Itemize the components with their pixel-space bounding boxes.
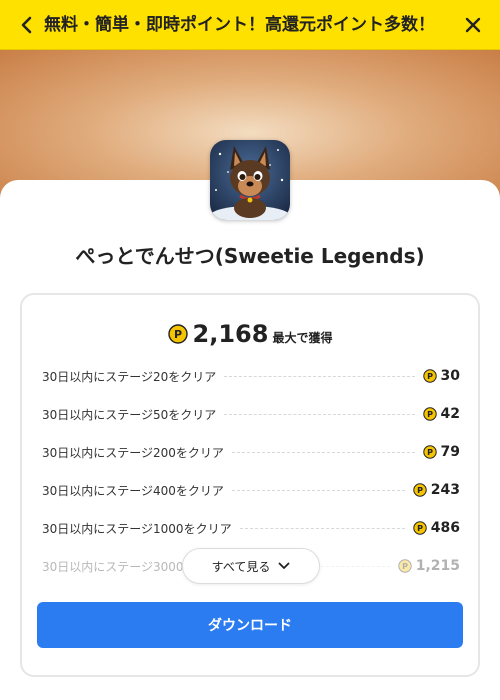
leader-dots — [231, 489, 405, 491]
see-all-label: すべて見る — [211, 559, 271, 574]
task-points: 486 — [430, 520, 460, 536]
app-name: ぺっとでんせつ(Sweetie Legends) — [75, 244, 425, 268]
task-points: 42 — [440, 406, 460, 422]
chevron-down-icon — [278, 562, 290, 569]
point-coin-icon: P — [167, 324, 188, 344]
task-row: 30日以内にステージ200をクリア P 79 — [42, 442, 460, 462]
see-all-button[interactable]: すべて見る — [182, 548, 320, 584]
point-coin-icon: P — [413, 521, 427, 535]
task-label: 30日以内にステージ1000をクリア — [42, 521, 232, 536]
task-points: 1,215 — [415, 558, 460, 574]
point-coin-icon: P — [413, 483, 427, 497]
point-coin-icon: P — [422, 407, 437, 421]
svg-text:P: P — [427, 410, 433, 419]
leader-dots — [224, 375, 415, 377]
banner-title: 無料・簡単・即時ポイント！高還元ポイント多数！ — [44, 15, 435, 35]
point-coin-icon: P — [398, 559, 412, 573]
svg-text:P: P — [417, 524, 423, 533]
task-row: 30日以内にステージ50をクリア P 42 — [42, 404, 460, 424]
download-button[interactable]: ダウンロード — [37, 602, 463, 648]
point-coin-icon: P — [422, 445, 437, 459]
top-banner: 無料・簡単・即時ポイント！高還元ポイント多数！ — [0, 0, 500, 50]
leader-dots — [239, 527, 405, 529]
download-label: ダウンロード — [208, 618, 292, 634]
task-label: 30日以内にステージ400をクリア — [42, 483, 224, 498]
leader-dots — [224, 413, 415, 415]
task-points: 30 — [440, 368, 460, 384]
svg-text:P: P — [427, 372, 433, 381]
reward-card: P 2,168 最大で獲得 30日以内にステージ20をクリア P 30 30日以… — [20, 293, 480, 677]
point-coin-icon: P — [422, 369, 437, 383]
svg-text:P: P — [174, 328, 182, 341]
task-points: 79 — [440, 444, 460, 460]
close-icon[interactable] — [460, 12, 486, 38]
task-row: 30日以内にステージ400をクリア P 243 — [42, 480, 460, 500]
svg-text:P: P — [402, 562, 408, 571]
task-points: 243 — [430, 482, 460, 498]
total-points: P 2,168 最大で獲得 — [22, 320, 478, 348]
task-label: 30日以内にステージ200をクリア — [42, 445, 224, 460]
task-row: 30日以内にステージ1000をクリア P 486 — [42, 518, 460, 538]
leader-dots — [231, 451, 415, 453]
app-icon-dog — [210, 140, 290, 220]
svg-text:P: P — [427, 448, 433, 457]
total-points-value: 2,168 — [192, 320, 269, 348]
chevron-left-icon[interactable] — [14, 12, 40, 38]
task-row: 30日以内にステージ20をクリア P 30 — [42, 366, 460, 386]
task-label: 30日以内にステージ50をクリア — [42, 407, 217, 422]
total-points-suffix: 最大で獲得 — [272, 331, 333, 345]
svg-text:P: P — [417, 486, 423, 495]
task-label: 30日以内にステージ20をクリア — [42, 369, 217, 384]
